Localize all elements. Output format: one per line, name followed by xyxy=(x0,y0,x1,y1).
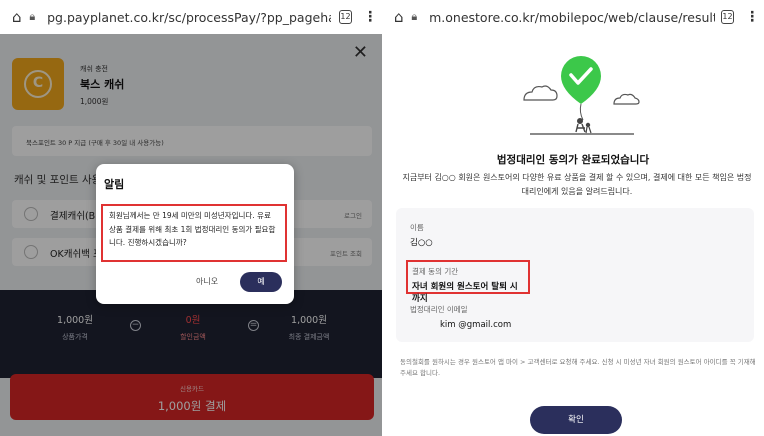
browser-address-bar: ⌂ 🔒︎ pg.payplanet.co.kr/sc/processPay/?p… xyxy=(0,0,382,34)
payplanet-screen: ⌂ 🔒︎ pg.payplanet.co.kr/sc/processPay/?p… xyxy=(0,0,382,436)
tabs-icon[interactable]: 12 xyxy=(338,10,353,24)
period-value: 자녀 회원의 원스토어 탈퇴 시 까지 xyxy=(412,282,518,304)
url-text[interactable]: m.onestore.co.kr/mobilepoc/web/clause/re… xyxy=(429,10,715,25)
cloud-icon xyxy=(613,93,640,105)
name-value: 김○○ xyxy=(410,238,433,248)
yes-button[interactable]: 예 xyxy=(240,272,282,292)
onestore-screen: ⌂ 🔒︎ m.onestore.co.kr/mobilepoc/web/clau… xyxy=(382,0,764,436)
lock-icon[interactable]: 🔒︎ xyxy=(411,10,425,24)
tabs-icon[interactable]: 12 xyxy=(720,10,735,24)
home-icon[interactable]: ⌂ xyxy=(386,8,411,26)
more-icon[interactable]: ⋮ xyxy=(362,9,378,25)
period-label: 결제 동의 기간 xyxy=(412,267,459,276)
lock-icon[interactable]: 🔒︎ xyxy=(29,10,43,24)
screenshot-root: ⌂ 🔒︎ pg.payplanet.co.kr/sc/processPay/?p… xyxy=(0,0,764,436)
withdrawal-note: 동의철회를 원하시는 경우 원스토어 앱 마이 > 고객센터로 요청해 주세요.… xyxy=(400,358,756,377)
no-button[interactable]: 아니오 xyxy=(196,276,218,287)
page-title: 법정대리인 동의가 완료되었습니다 xyxy=(496,154,650,166)
home-icon[interactable]: ⌂ xyxy=(4,8,29,26)
dialog-message: 회원님께서는 만 19세 미만의 미성년자입니다. 유료 상품 결제를 위해 최… xyxy=(101,204,287,262)
minor-consent-dialog: 알림 회원님께서는 만 19세 미만의 미성년자입니다. 유료 상품 결제를 위… xyxy=(96,164,294,304)
email-label: 법정대리인 이메일 xyxy=(410,305,468,314)
page-description: 지금부터 김○○ 회원은 원스토어의 다양한 유료 상품을 결제 할 수 있으며… xyxy=(402,173,752,196)
cloud-icon xyxy=(523,85,558,101)
url-text[interactable]: pg.payplanet.co.kr/sc/processPay/?pp_pag… xyxy=(47,10,331,25)
consent-period-highlight: 결제 동의 기간 자녀 회원의 원스토어 탈퇴 시 까지 xyxy=(406,260,530,304)
dialog-title: 알림 xyxy=(104,178,125,191)
success-illustration xyxy=(523,56,640,135)
consent-info-card: 이름 김○○ 결제 동의 기간 자녀 회원의 원스토어 탈퇴 시 까지 법정대리… xyxy=(396,208,754,342)
name-label: 이름 xyxy=(410,223,424,232)
browser-address-bar: ⌂ 🔒︎ m.onestore.co.kr/mobilepoc/web/clau… xyxy=(382,0,764,34)
email-value: kim @gmail.com xyxy=(440,320,512,330)
confirm-button[interactable]: 확인 xyxy=(530,406,622,434)
check-icon xyxy=(561,56,601,104)
more-icon[interactable]: ⋮ xyxy=(744,9,760,25)
